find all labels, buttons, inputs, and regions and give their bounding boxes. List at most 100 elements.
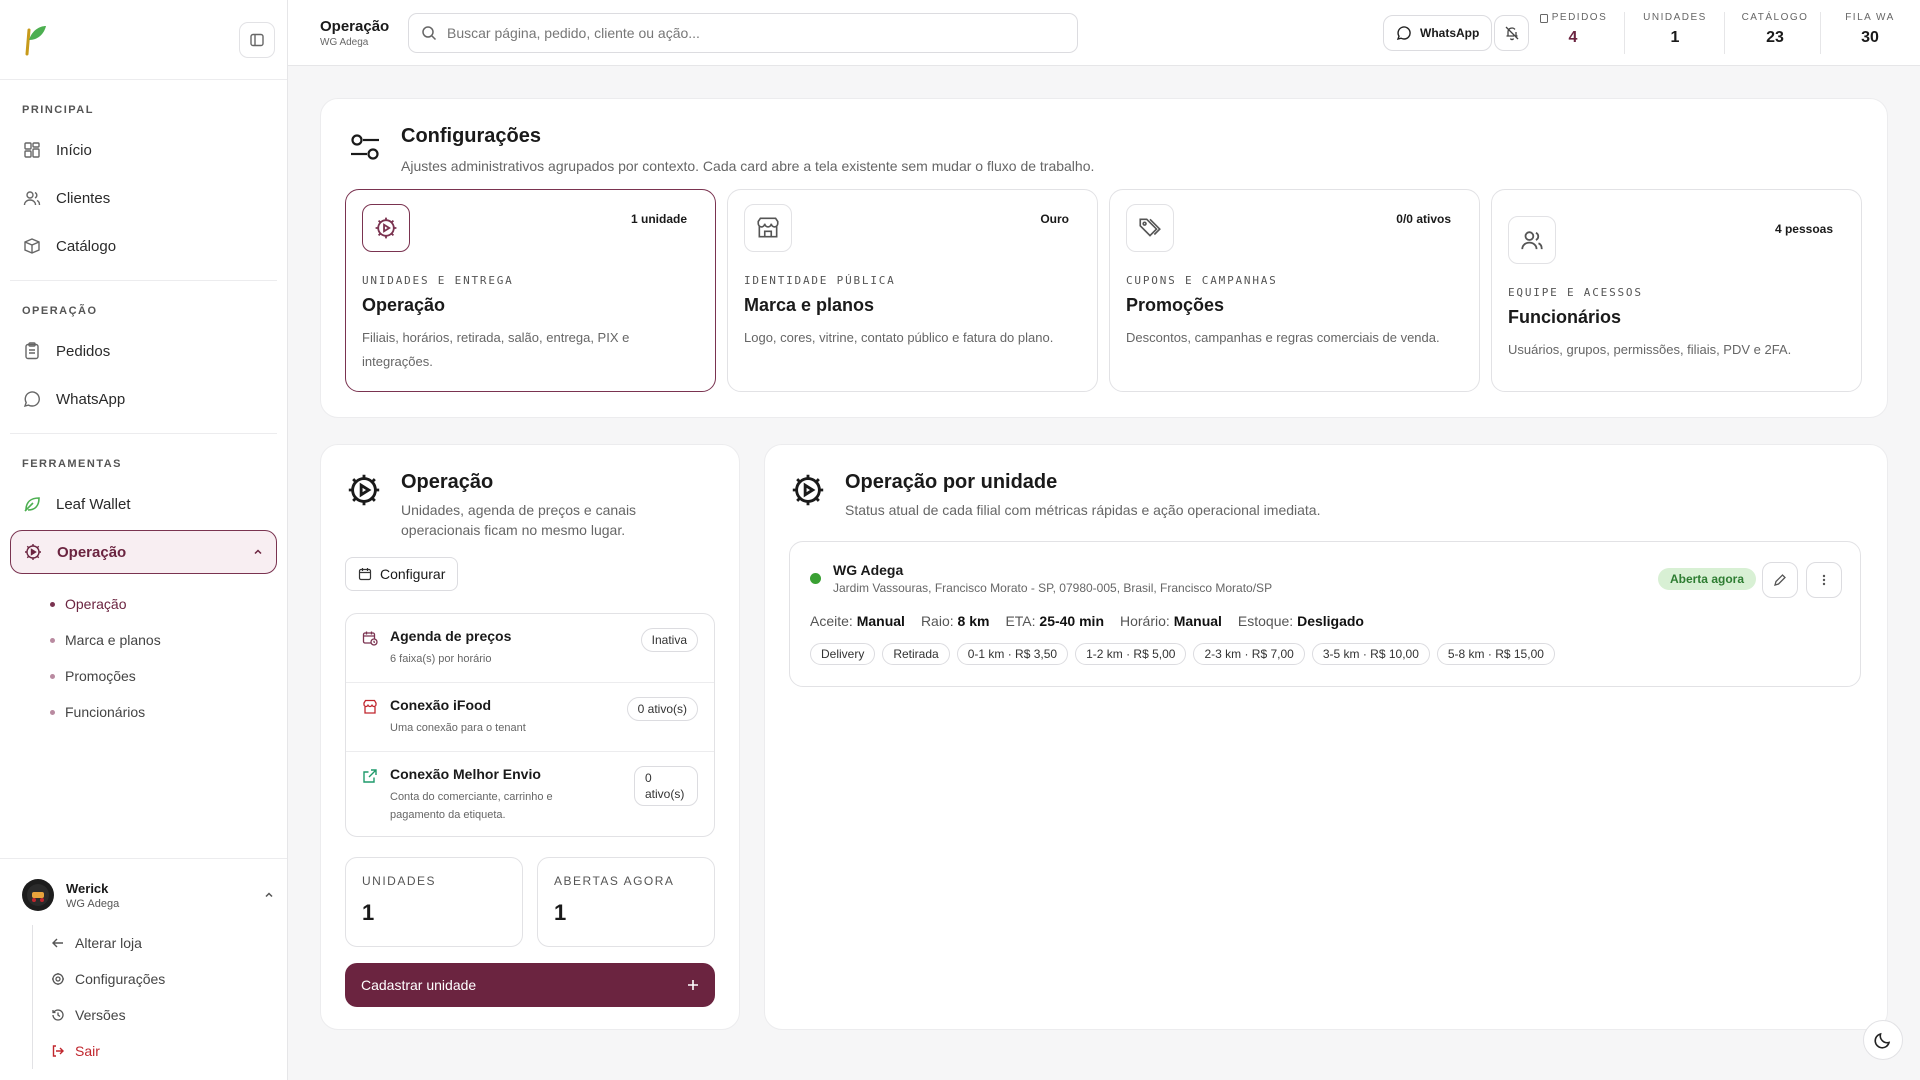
button-label: Configurar [380, 566, 446, 582]
section-title: FERRAMENTAS [22, 458, 123, 470]
configure-button[interactable]: Configurar [345, 557, 459, 591]
config-card-promocoes[interactable]: 0/0 ativos CUPONS E CAMPANHAS Promoções … [1109, 189, 1480, 392]
user-switcher[interactable]: Werick WG Adega [22, 879, 275, 911]
whatsapp-label: WhatsApp [1420, 26, 1480, 40]
menu-item-sair[interactable]: Sair [51, 1033, 275, 1069]
stat-label: UNIDADES [362, 874, 437, 888]
list-item-ifood[interactable]: Conexão iFood Uma conexão para o tenant … [346, 683, 714, 752]
section-subtitle: Status atual de cada filial com métricas… [845, 502, 1321, 518]
stat-label: FILA WA [1845, 12, 1895, 23]
status-dot [810, 573, 821, 584]
sidebar-item-label: Catálogo [56, 237, 117, 255]
submenu-item-funcionarios[interactable]: Funcionários [50, 694, 277, 730]
card-badge: 1 unidade [630, 212, 687, 226]
store-icon [757, 217, 779, 238]
menu-item-configuracoes[interactable]: Configurações [51, 961, 275, 997]
nav-section-operacao: OPERAÇÃO Pedidos WhatsApp [0, 281, 287, 421]
sidebar-item-clientes[interactable]: Clientes [10, 176, 277, 220]
metric-value: Manual [856, 613, 905, 629]
search-placeholder: Buscar página, pedido, cliente ou ação..… [447, 24, 700, 41]
stat-value: 4 [1568, 29, 1578, 46]
metric-aceite: Aceite: Manual [810, 613, 905, 629]
item-title: Agenda de preços [390, 628, 512, 644]
config-card-operacao[interactable]: 1 unidade UNIDADES E ENTREGA Operação Fi… [345, 189, 716, 392]
list-item-melhor-envio[interactable]: Conexão Melhor Envio Conta do comerciant… [346, 752, 714, 836]
stat-card-unidades: UNIDADES 1 [345, 857, 523, 947]
bullet-icon [50, 709, 55, 715]
menu-label: Versões [75, 1007, 126, 1023]
moon-icon [1874, 1032, 1891, 1049]
submenu-item-marca[interactable]: Marca e planos [50, 622, 277, 658]
clipboard-icon [1539, 13, 1548, 23]
chat-bubble-icon [1396, 26, 1411, 41]
store-icon [363, 699, 377, 714]
tag-delivery: Delivery [810, 643, 876, 665]
operacao-submenu: Operação Marca e planos Promoções Funcio… [10, 578, 277, 730]
stat-value: 1 [1670, 29, 1680, 46]
card-title: Marca e planos [744, 295, 875, 315]
sidebar-item-inicio[interactable]: Início [10, 128, 277, 172]
menu-item-alterar-loja[interactable]: Alterar loja [51, 925, 275, 961]
sidebar-item-whatsapp[interactable]: WhatsApp [10, 377, 277, 421]
card-badge: 0/0 ativos [1396, 212, 1451, 226]
metric-estoque: Estoque: Desligado [1238, 613, 1364, 629]
sidebar-item-operacao[interactable]: Operação [10, 530, 277, 574]
bullet-icon [50, 673, 55, 679]
sidebar-item-label: Leaf Wallet [56, 495, 131, 513]
clipboard-icon [25, 342, 39, 360]
submenu-label: Promoções [65, 668, 136, 684]
submenu-item-promocoes[interactable]: Promoções [50, 658, 277, 694]
whatsapp-button[interactable]: WhatsApp [1383, 15, 1493, 51]
metric-value: Desligado [1297, 613, 1364, 629]
stat-fila-wa[interactable]: FILA WA 30 [1828, 12, 1912, 47]
topbar: Operação WG Adega Buscar página, pedido,… [288, 0, 1920, 66]
metric-label: ETA: [1005, 613, 1036, 629]
search-input[interactable]: Buscar página, pedido, cliente ou ação..… [408, 12, 1078, 53]
submenu-item-operacao[interactable]: Operação [50, 586, 277, 622]
card-icon-box [1126, 204, 1174, 252]
sidebar-toggle-icon [250, 33, 264, 46]
tag-fee-range: 5-8 km · R$ 15,00 [1436, 643, 1555, 665]
sidebar-item-pedidos[interactable]: Pedidos [10, 329, 277, 373]
theme-toggle-button[interactable] [1863, 1020, 1903, 1060]
config-card-funcionarios[interactable]: 4 pessoas EQUIPE E ACESSOS Funcionários … [1491, 189, 1862, 392]
config-card-marca[interactable]: Ouro IDENTIDADE PÚBLICA Marca e planos L… [727, 189, 1098, 392]
sidebar-collapse-button[interactable] [239, 21, 275, 58]
bullet-icon [50, 637, 55, 643]
app-logo[interactable] [22, 24, 48, 56]
status-badge: Aberta agora [1657, 568, 1756, 590]
stat-label: CATÁLOGO [1741, 12, 1809, 23]
notifications-button[interactable] [1494, 15, 1529, 51]
status-badge: 0 ativo(s) [634, 766, 698, 806]
bell-off-icon [1505, 26, 1518, 41]
avatar [22, 879, 54, 911]
add-unit-button[interactable]: Cadastrar unidade [345, 963, 715, 1007]
edit-button[interactable] [1762, 562, 1798, 598]
users-icon [23, 191, 41, 206]
unit-card[interactable]: WG Adega Jardim Vassouras, Francisco Mor… [789, 541, 1861, 687]
more-options-button[interactable] [1806, 562, 1842, 598]
operacao-panel: Operação Unidades, agenda de preços e ca… [320, 444, 740, 1030]
unit-name: WG Adega [833, 562, 904, 578]
metric-value: Manual [1173, 613, 1222, 629]
calendar-clock-icon [362, 631, 378, 646]
section-title: Configurações [401, 125, 542, 147]
stat-label-text: PEDIDOS [1551, 12, 1608, 23]
unit-metrics: Aceite: Manual Raio: 8 km ETA: 25-40 min… [810, 613, 1840, 629]
card-title: Funcionários [1508, 307, 1622, 327]
stat-pedidos[interactable]: PEDIDOS 4 [1538, 12, 1608, 47]
stat-unidades[interactable]: UNIDADES 1 [1633, 12, 1717, 47]
card-eyebrow: UNIDADES E ENTREGA [362, 274, 514, 287]
sidebar-item-catalogo[interactable]: Catálogo [10, 224, 277, 268]
user-panel: Werick WG Adega Alterar loja Configuraçõ… [0, 858, 287, 1080]
user-store: WG Adega [66, 897, 120, 910]
chevron-up-icon [254, 549, 262, 555]
list-item-agenda[interactable]: Agenda de preços 6 faixa(s) por horário … [346, 614, 714, 683]
metric-value: 25-40 min [1039, 613, 1104, 629]
sidebar-item-leaf-wallet[interactable]: Leaf Wallet [10, 482, 277, 526]
menu-item-versoes[interactable]: Versões [51, 997, 275, 1033]
card-icon-box [362, 204, 410, 252]
card-description: Filiais, horários, retirada, salão, entr… [362, 330, 630, 369]
stat-catalogo[interactable]: CATÁLOGO 23 [1730, 12, 1820, 47]
card-eyebrow: IDENTIDADE PÚBLICA [744, 274, 896, 287]
